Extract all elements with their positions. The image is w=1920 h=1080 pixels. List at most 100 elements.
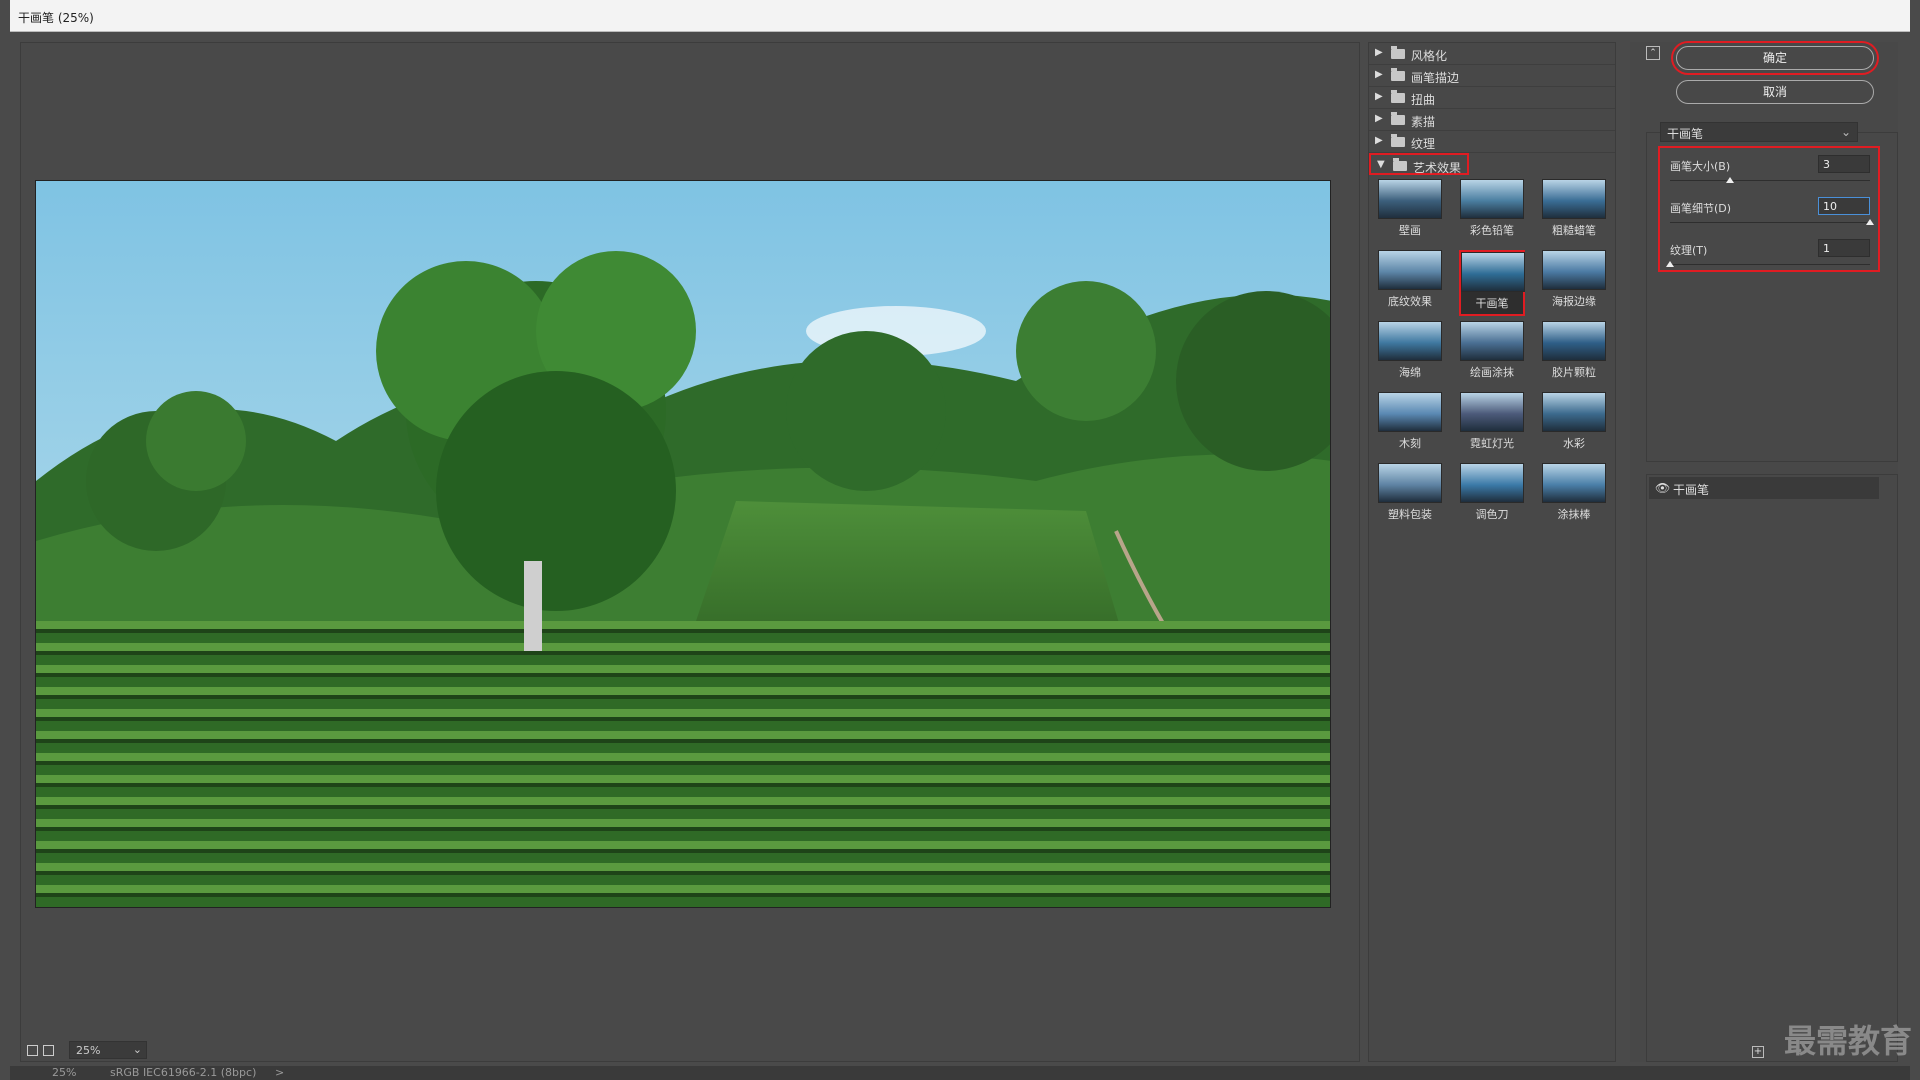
collapse-gallery-button[interactable]: ⌃ [1646, 46, 1660, 60]
folder-icon [1391, 68, 1405, 81]
parameter-slider-handle[interactable] [1666, 261, 1674, 267]
filter-preview-image [1542, 321, 1606, 361]
filter-thumbnail-label: 壁画 [1399, 224, 1421, 237]
filter-thumbnail-label: 彩色铅笔 [1470, 224, 1514, 237]
filter-thumbnail[interactable]: 粗糙蜡笔 [1541, 179, 1607, 245]
tea-plantation-image [36, 181, 1330, 907]
preview-image[interactable] [35, 180, 1331, 908]
filter-preview-image [1378, 392, 1442, 432]
filter-select-value: 干画笔 [1667, 127, 1704, 141]
filter-preview-image [1378, 179, 1442, 219]
new-effect-layer-button[interactable]: + [1752, 1046, 1764, 1058]
triangle-right-icon[interactable]: ▶ [1375, 135, 1383, 146]
filter-thumbnail-label: 海绵 [1399, 366, 1421, 379]
filter-preview-image [1542, 179, 1606, 219]
parameter-label: 画笔大小(B) [1670, 160, 1731, 173]
filter-thumbnail[interactable]: 胶片颗粒 [1541, 321, 1607, 387]
filter-category[interactable]: ▶ 纹理 [1369, 131, 1615, 153]
triangle-right-icon[interactable]: ▶ [1375, 69, 1383, 80]
effect-layer-name: 干画笔 [1673, 483, 1710, 497]
filter-thumbnail[interactable]: 干画笔 [1459, 250, 1525, 316]
effect-layer[interactable]: 👁 干画笔 [1649, 477, 1879, 499]
filter-preview-image [1460, 179, 1524, 219]
filter-thumbnail-label: 水彩 [1563, 437, 1585, 450]
parameter-group: 画笔大小(B) 画笔细节(D) 纹理(T) [1658, 146, 1880, 272]
filter-category-label: 纹理 [1411, 137, 1436, 151]
status-arrow[interactable]: > [275, 1066, 284, 1079]
effect-layers-panel: 👁 干画笔 [1646, 474, 1898, 1062]
filter-category[interactable]: ▶ 扭曲 [1369, 87, 1615, 109]
parameter-row: 画笔大小(B) [1660, 152, 1878, 194]
filter-category[interactable]: ▶ 素描 [1369, 109, 1615, 131]
zoom-bar: 25% ⌄ [21, 1039, 261, 1061]
filter-thumbnail[interactable]: 壁画 [1377, 179, 1443, 245]
filter-thumbnail[interactable]: 调色刀 [1459, 463, 1525, 529]
filter-preview-image [1378, 463, 1442, 503]
filter-category-label: 艺术效果 [1413, 161, 1462, 175]
filter-thumbnail-label: 调色刀 [1475, 508, 1509, 521]
parameter-input[interactable] [1818, 197, 1870, 215]
filter-thumbnail-label: 粗糙蜡笔 [1552, 224, 1596, 237]
folder-icon [1393, 158, 1407, 171]
parameter-label: 画笔细节(D) [1670, 202, 1732, 215]
folder-icon [1391, 134, 1405, 147]
filter-category[interactable]: ▶ 画笔描边 [1369, 65, 1615, 87]
status-zoom: 25% [52, 1066, 77, 1079]
zoom-value: 25% [76, 1044, 101, 1057]
filter-thumbnail[interactable]: 木刻 [1377, 392, 1443, 458]
filter-category-label: 素描 [1411, 115, 1436, 129]
filter-thumbnail[interactable]: 彩色铅笔 [1459, 179, 1525, 245]
filter-thumbnail[interactable]: 涂抹棒 [1541, 463, 1607, 529]
settings-panel: ⌃ 确定 取消 干画笔 ⌄ 画笔大小(B) 画笔细节(D) 纹理(T) 👁 干画笔 … [1630, 42, 1898, 1062]
filter-thumbnail-label: 干画笔 [1475, 297, 1509, 310]
filter-thumbnail[interactable]: 海绵 [1377, 321, 1443, 387]
filter-thumbnail[interactable]: 绘画涂抹 [1459, 321, 1525, 387]
filter-thumbnail[interactable]: 霓虹灯光 [1459, 392, 1525, 458]
cancel-button[interactable]: 取消 [1676, 80, 1874, 104]
parameter-label: 纹理(T) [1670, 244, 1708, 257]
filter-preview-image [1378, 321, 1442, 361]
parameter-slider-track[interactable] [1670, 222, 1870, 223]
parameter-slider-handle[interactable] [1866, 219, 1874, 225]
filter-preview-image [1460, 392, 1524, 432]
filter-preview-image [1460, 321, 1524, 361]
parameter-slider-track[interactable] [1670, 180, 1870, 181]
ok-button[interactable]: 确定 [1676, 46, 1874, 70]
triangle-down-icon[interactable]: ▼ [1377, 159, 1385, 170]
filter-preview-image [1461, 252, 1525, 292]
window-title: 干画笔 (25%) [18, 11, 94, 25]
filter-thumbnail-label: 绘画涂抹 [1470, 366, 1514, 379]
folder-icon [1391, 46, 1405, 59]
filter-category[interactable]: ▶ 风格化 [1369, 43, 1615, 65]
filter-thumbnail-label: 海报边缘 [1552, 295, 1596, 308]
zoom-in-button[interactable] [43, 1045, 54, 1056]
filter-thumbnail-label: 霓虹灯光 [1470, 437, 1514, 450]
zoom-out-button[interactable] [27, 1045, 38, 1056]
watermark-text: 最需教育 [1783, 1022, 1912, 1060]
zoom-select[interactable]: 25% ⌄ [69, 1041, 147, 1059]
parameter-slider-track[interactable] [1670, 264, 1870, 265]
parameter-input[interactable] [1818, 239, 1870, 257]
filter-thumbnail[interactable]: 塑料包装 [1377, 463, 1443, 529]
filter-thumbnail[interactable]: 海报边缘 [1541, 250, 1607, 316]
eye-icon[interactable]: 👁 [1655, 481, 1670, 495]
parameter-slider-handle[interactable] [1726, 177, 1734, 183]
triangle-right-icon[interactable]: ▶ [1375, 113, 1383, 124]
triangle-right-icon[interactable]: ▶ [1375, 47, 1383, 58]
folder-icon [1391, 90, 1405, 103]
chevron-down-icon: ⌄ [132, 1043, 142, 1056]
window-titlebar: 干画笔 (25%) [10, 0, 1910, 32]
filter-thumbnail-label: 涂抹棒 [1557, 508, 1591, 521]
filter-thumbnail-label: 木刻 [1399, 437, 1421, 450]
filter-select[interactable]: 干画笔 ⌄ [1660, 122, 1858, 142]
filter-thumbnail-label: 底纹效果 [1388, 295, 1432, 308]
filter-thumbnail[interactable]: 水彩 [1541, 392, 1607, 458]
filter-thumbnail-label: 胶片颗粒 [1552, 366, 1596, 379]
filter-preview-image [1542, 250, 1606, 290]
filter-thumbnail-label: 塑料包装 [1388, 508, 1432, 521]
parameter-input[interactable] [1818, 155, 1870, 173]
preview-area[interactable]: 25% ⌄ [20, 42, 1360, 1062]
triangle-right-icon[interactable]: ▶ [1375, 91, 1383, 102]
filter-thumbnail[interactable]: 底纹效果 [1377, 250, 1443, 316]
filter-category[interactable]: ▼ 艺术效果 [1369, 153, 1469, 175]
